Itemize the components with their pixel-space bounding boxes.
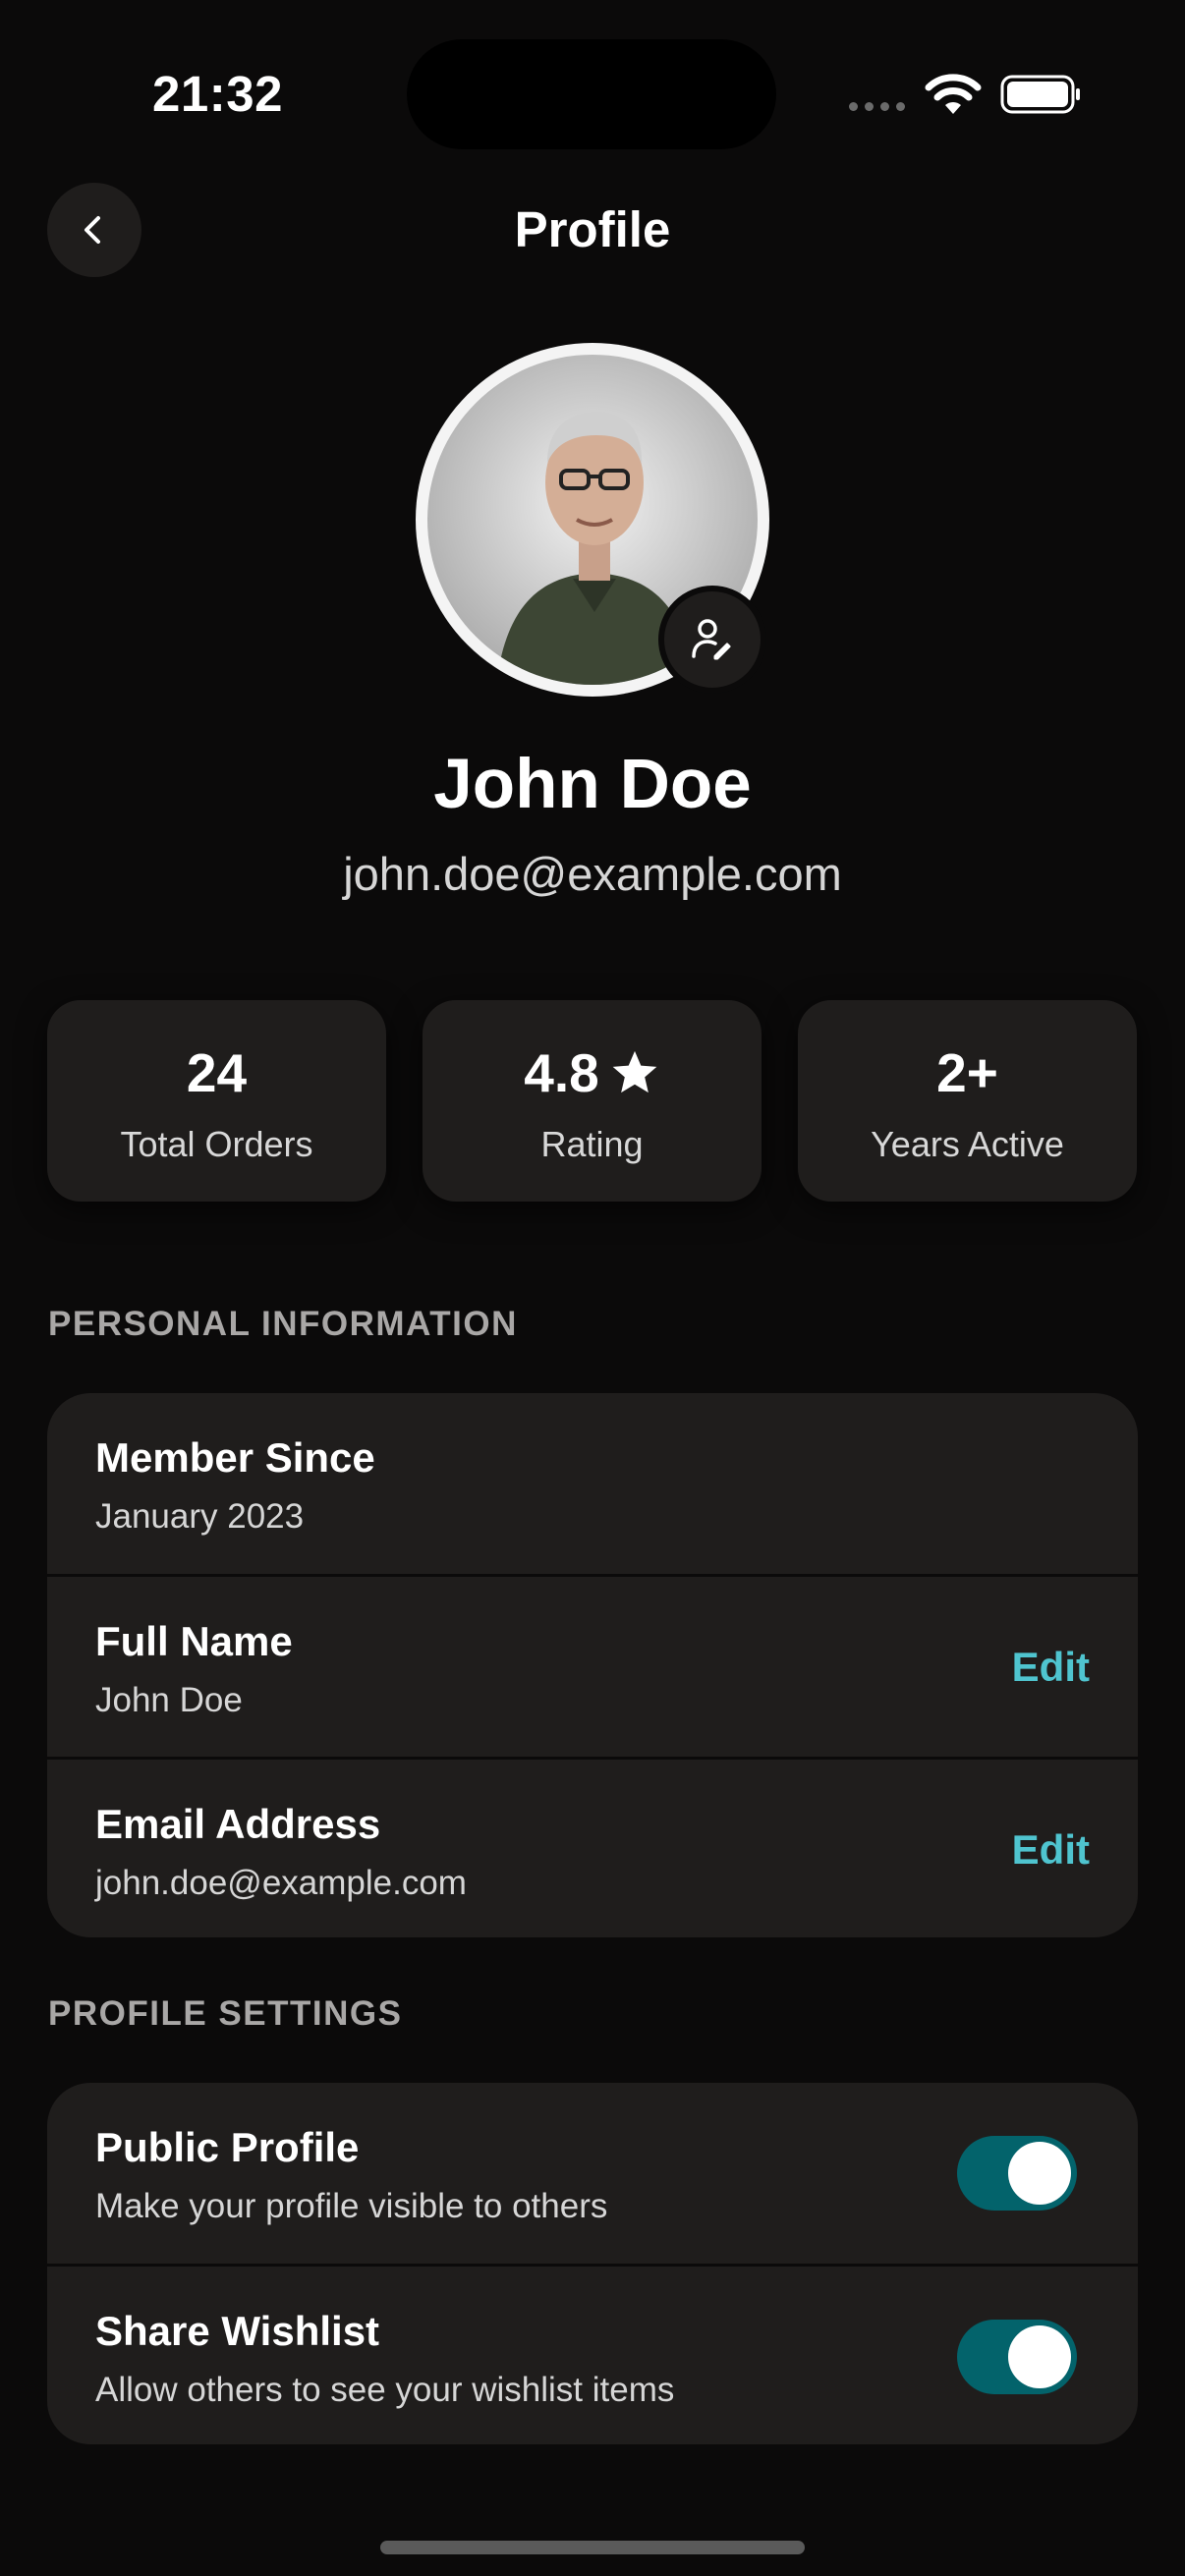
- edit-avatar-button[interactable]: [658, 586, 766, 694]
- dynamic-island: [407, 39, 776, 149]
- wifi-icon: [925, 74, 982, 114]
- stat-total-orders: 24 Total Orders: [47, 1000, 386, 1202]
- profile-settings-card: Public Profile Make your profile visible…: [47, 2083, 1138, 2444]
- stat-rating: 4.8 Rating: [423, 1000, 762, 1202]
- toggle-knob: [1008, 2142, 1071, 2205]
- row-value: john.doe@example.com: [95, 1864, 467, 1902]
- row-title: Full Name: [95, 1618, 293, 1664]
- edit-full-name-button[interactable]: Edit: [1012, 1644, 1090, 1691]
- stat-years-active: 2+ Years Active: [798, 1000, 1137, 1202]
- row-description: Make your profile visible to others: [95, 2187, 608, 2225]
- row-description: Allow others to see your wishlist items: [95, 2371, 675, 2409]
- info-row-full-name: Full Name John Doe Edit: [47, 1577, 1138, 1758]
- stat-value: 24: [186, 1042, 248, 1103]
- row-title: Member Since: [95, 1434, 375, 1481]
- setting-row-public-profile: Public Profile Make your profile visible…: [47, 2083, 1138, 2264]
- user-edit-icon: [692, 619, 731, 660]
- info-row-email-address: Email Address john.doe@example.com Edit: [47, 1760, 1138, 1937]
- row-value: John Doe: [95, 1681, 243, 1719]
- edit-email-button[interactable]: Edit: [1012, 1826, 1090, 1874]
- row-value: January 2023: [95, 1497, 305, 1536]
- personal-information-card: Member Since January 2023 Full Name John…: [47, 1393, 1138, 1937]
- battery-icon: [1000, 75, 1080, 114]
- row-title: Public Profile: [95, 2124, 360, 2170]
- row-title: Email Address: [95, 1801, 381, 1847]
- stat-label: Total Orders: [120, 1124, 313, 1164]
- cellular-signal-icon: [849, 102, 905, 111]
- stat-label: Rating: [540, 1124, 644, 1164]
- stat-label: Years Active: [871, 1124, 1064, 1164]
- public-profile-toggle[interactable]: [957, 2136, 1077, 2211]
- page-title: Profile: [514, 201, 671, 257]
- share-wishlist-toggle[interactable]: [957, 2320, 1077, 2394]
- toggle-knob: [1008, 2325, 1071, 2388]
- info-row-member-since: Member Since January 2023: [47, 1393, 1138, 1574]
- star-icon: [612, 1050, 657, 1093]
- section-title-personal-information: PERSONAL INFORMATION: [48, 1305, 518, 1343]
- status-time: 21:32: [152, 66, 283, 122]
- row-title: Share Wishlist: [95, 2308, 380, 2354]
- setting-row-share-wishlist: Share Wishlist Allow others to see your …: [47, 2267, 1138, 2444]
- stat-value: 2+: [936, 1042, 998, 1103]
- section-title-profile-settings: PROFILE SETTINGS: [48, 1994, 403, 2033]
- profile-name: John Doe: [433, 746, 752, 823]
- home-indicator: [380, 2541, 805, 2554]
- profile-email: john.doe@example.com: [343, 848, 842, 900]
- stat-value: 4.8: [524, 1042, 599, 1103]
